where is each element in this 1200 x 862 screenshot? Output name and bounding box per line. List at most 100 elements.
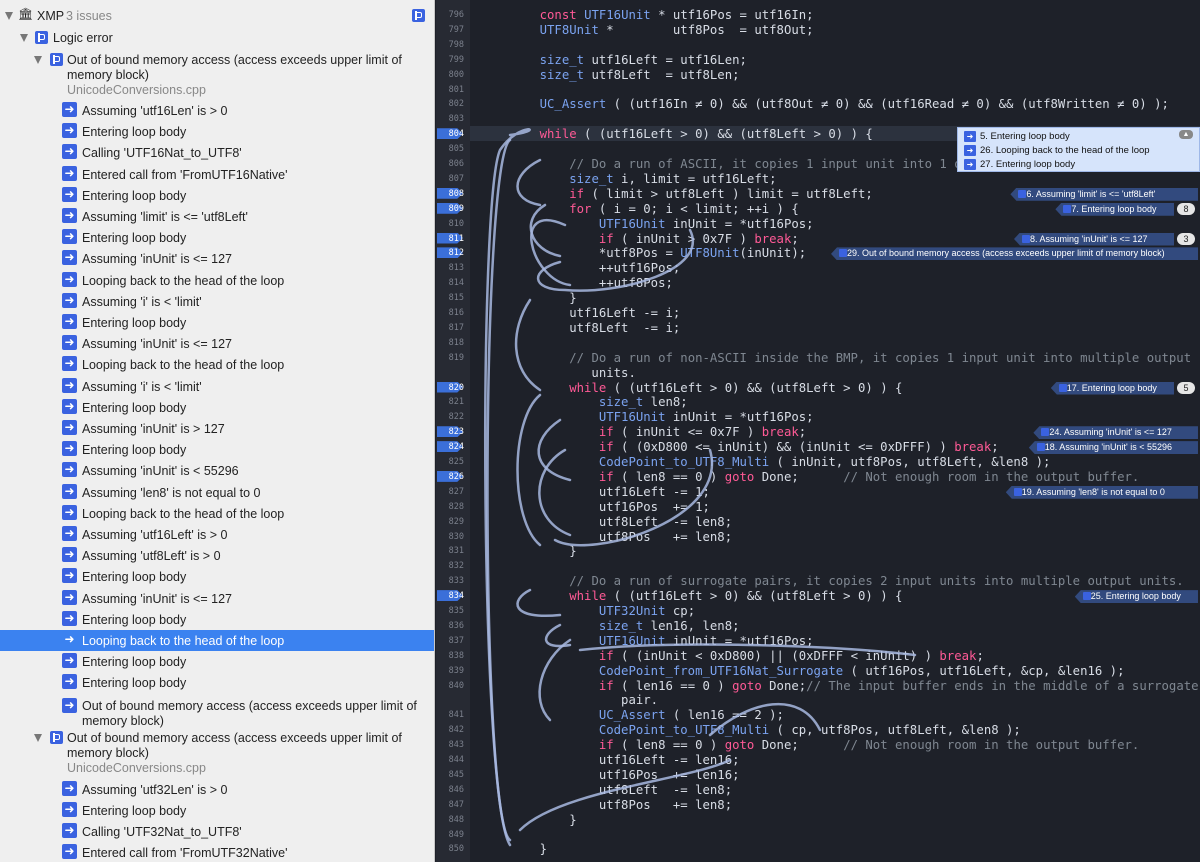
path-step-row[interactable]: ➜ Assuming 'utf16Len' is > 0 <box>0 100 434 121</box>
path-step-row[interactable]: ➜ Looping back to the head of the loop <box>0 354 434 375</box>
path-step-row[interactable]: ➜ Entering loop body <box>0 397 434 418</box>
path-step-row[interactable]: ➜ Entering loop body <box>0 121 434 142</box>
path-step-row[interactable]: ➜ Assuming 'inUnit' is < 55296 <box>0 460 434 481</box>
step-count-badge: 8 <box>1177 202 1195 215</box>
path-annotation[interactable]: 24. Assuming 'inUnit' is <= 127 <box>1033 426 1198 440</box>
path-step-row[interactable]: ➜ Assuming 'inUnit' is > 127 <box>0 418 434 439</box>
step-arrow-icon: ➜ <box>62 250 77 266</box>
code-line: utf16Left -= len16; <box>510 753 740 767</box>
code-line: const UTF16Unit * utf16Pos = utf16In; <box>539 8 814 22</box>
disclosure-triangle-icon[interactable] <box>5 12 13 20</box>
path-step-row[interactable]: ➜ Entering loop body <box>0 312 434 333</box>
logic-error-group[interactable]: Logic error <box>0 29 434 47</box>
path-step-row[interactable]: ➜ Calling 'UTF32Nat_to_UTF8' <box>0 821 434 842</box>
path-step-row[interactable]: ➜ Looping back to the head of the loop <box>0 270 434 291</box>
line-number: 828 <box>448 501 464 512</box>
analyzer-icon <box>412 9 425 22</box>
disclosure-triangle-icon[interactable] <box>34 733 42 742</box>
popup-item[interactable]: 27. Entering loop body <box>964 159 1075 170</box>
path-step-row[interactable]: ➜ Entering loop body <box>0 672 434 693</box>
code-line: utf8Left -= len8; <box>510 514 733 529</box>
path-step-row[interactable]: ➜ Entering loop body <box>0 651 434 672</box>
line-number: 816 <box>448 308 464 318</box>
path-annotation[interactable]: 6. Assuming 'limit' is <= 'utf8Left' <box>1010 187 1198 201</box>
line-number: 807 <box>448 173 464 184</box>
disclosure-triangle-icon[interactable] <box>20 34 28 42</box>
path-annotation[interactable]: 29. Out of bound memory access (access e… <box>831 247 1198 261</box>
path-step-row[interactable]: ➜ Assuming 'inUnit' is <= 127 <box>0 248 434 269</box>
path-annotation[interactable]: 25. Entering loop body <box>1074 590 1198 604</box>
navigator-root-row[interactable]: 🏛 XMP 3 issues <box>0 7 434 25</box>
collapse-up-icon[interactable]: ▲ <box>1179 130 1193 139</box>
issue-row[interactable]: Out of bound memory access (access excee… <box>0 51 434 99</box>
path-step-row[interactable]: ➜ Calling 'UTF16Nat_to_UTF8' <box>0 142 434 163</box>
line-number: 813 <box>448 263 464 274</box>
path-step-row[interactable]: ➜ Assuming 'i' is < 'limit' <box>0 376 434 397</box>
step-label: Entering loop body <box>82 188 187 203</box>
step-arrow-icon: ➜ <box>64 632 75 646</box>
issue-file: UnicodeConversions.cpp <box>67 760 206 775</box>
code-line: } <box>510 544 577 559</box>
step-arrow-icon: ➜ <box>62 504 77 520</box>
code-line: UTF16Unit inUnit = *utf16Pos; <box>598 633 814 648</box>
path-step-row[interactable]: ➜ Looping back to the head of the loop <box>0 630 434 651</box>
code-line: units. <box>510 365 636 380</box>
annotation-label: 8. Assuming 'inUnit' is <= 127 <box>1030 233 1148 244</box>
analyzer-icon <box>50 53 63 66</box>
path-step-row[interactable]: ➜ Assuming 'limit' is <= 'utf8Left' <box>0 206 434 227</box>
step-arrow-icon <box>1063 204 1072 213</box>
popup-item[interactable]: 26. Looping back to the head of the loop <box>964 145 1150 156</box>
annotation-label: 6. Assuming 'limit' is <= 'utf8Left' <box>1026 188 1156 199</box>
path-step-row[interactable]: ➜ Entering loop body <box>0 800 434 821</box>
step-label: Entering loop body <box>82 676 187 691</box>
line-number: 822 <box>448 412 464 423</box>
path-step-row[interactable]: ➜ Assuming 'inUnit' is <= 127 <box>0 588 434 609</box>
code-line: if ( (inUnit < 0xD800) || (0xDFFF < inUn… <box>598 648 984 663</box>
code-line: if ( len8 == 0 ) goto Done; // Not enoug… <box>598 738 1140 753</box>
path-step-row[interactable]: ➜ Assuming 'i' is < 'limit' <box>0 291 434 312</box>
line-number: 820 <box>448 382 464 393</box>
path-step-row[interactable]: ➜ Out of bound memory access (access exce… <box>0 694 434 728</box>
disclosure-triangle-icon[interactable] <box>34 56 42 64</box>
step-label: Entered call from 'FromUTF32Native' <box>82 846 288 861</box>
line-number: 846 <box>448 784 464 795</box>
path-popup[interactable]: 5. Entering loop body 26. Looping back to… <box>957 127 1200 172</box>
code-line: CodePoint_to_UTF8_Multi ( inUnit, utf8Po… <box>598 455 1051 469</box>
step-label: Assuming 'utf8Left' is > 0 <box>82 549 221 564</box>
step-label: Looping back to the head of the loop <box>82 634 285 648</box>
step-arrow-icon: ➜ <box>62 398 77 414</box>
path-step-row[interactable]: ➜ Assuming 'utf8Left' is > 0 <box>0 545 434 566</box>
path-annotation[interactable]: 19. Assuming 'len8' is not equal to 0 <box>1005 485 1198 499</box>
step-arrow-icon: ➜ <box>62 697 77 713</box>
issue-file: UnicodeConversions.cpp <box>67 83 206 97</box>
path-step-row[interactable]: ➜ Entering loop body <box>0 185 434 206</box>
path-step-row[interactable]: ➜ Entering loop body <box>0 227 434 248</box>
step-label: Assuming 'inUnit' is < 55296 <box>82 464 239 479</box>
annotation-label: 7. Entering loop body <box>1071 203 1157 214</box>
line-number: 833 <box>448 576 464 587</box>
path-step-row[interactable]: ➜ Entering loop body <box>0 566 434 587</box>
path-step-row[interactable]: ➜ Entering loop body <box>0 439 434 460</box>
path-step-row[interactable]: ➜ Assuming 'utf32Len' is > 0 <box>0 779 434 800</box>
issue-row[interactable]: Out of bound memory access (access excee… <box>0 729 434 777</box>
path-step-row[interactable]: ➜ Entered call from 'FromUTF16Native' <box>0 164 434 185</box>
issue-title: Out of bound memory access (access excee… <box>67 53 402 82</box>
path-annotation[interactable]: 7. Entering loop body <box>1055 202 1174 216</box>
path-annotation[interactable]: 17. Entering loop body <box>1050 381 1174 395</box>
code-line: pair. <box>510 693 659 708</box>
path-annotation[interactable]: 8. Assuming 'inUnit' is <= 127 <box>1014 232 1174 246</box>
code-line: size_t utf16Left = utf16Len; <box>539 52 747 67</box>
step-label: Entering loop body <box>82 316 187 330</box>
path-step-row[interactable]: ➜ Entered call from 'FromUTF32Native' <box>0 842 434 862</box>
step-arrow-icon <box>1082 592 1091 601</box>
step-arrow-icon: ➜ <box>62 314 77 329</box>
line-number: 841 <box>448 710 464 721</box>
path-step-row[interactable]: ➜ Assuming 'utf16Left' is > 0 <box>0 524 434 545</box>
path-step-row[interactable]: ➜ Entering loop body <box>0 609 434 630</box>
path-annotation[interactable]: 18. Assuming 'inUnit' is < 55296 <box>1028 441 1198 455</box>
popup-item[interactable]: 5. Entering loop body <box>964 131 1070 142</box>
path-step-row[interactable]: ➜ Looping back to the head of the loop <box>0 503 434 524</box>
path-step-row[interactable]: ➜ Assuming 'inUnit' is <= 127 <box>0 333 434 354</box>
path-step-row[interactable]: ➜ Assuming 'len8' is not equal to 0 <box>0 482 434 503</box>
step-arrow-icon: ➜ <box>62 123 77 139</box>
